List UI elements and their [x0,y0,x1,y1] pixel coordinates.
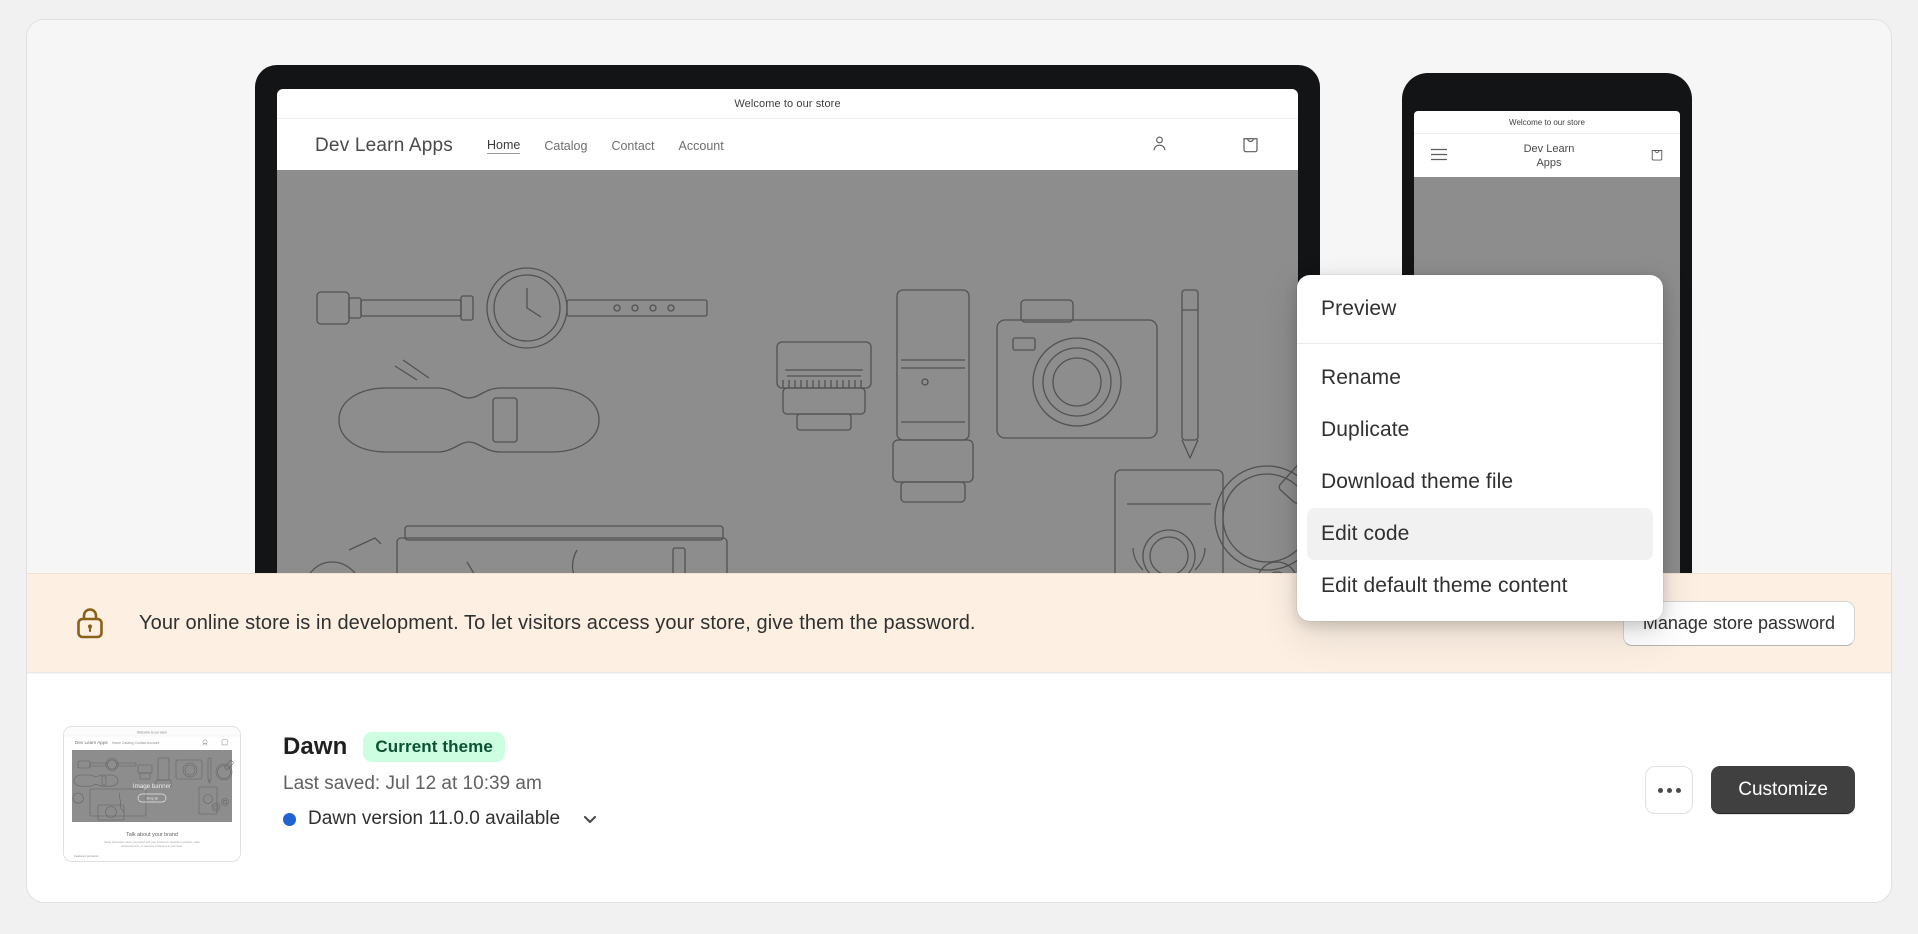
chevron-down-icon[interactable] [580,809,600,829]
mobile-store-nav: Dev Learn Apps [1414,134,1680,183]
theme-name: Dawn [283,733,347,761]
more-dot-1 [1658,788,1663,793]
thumb-section-title: Talk about your brand [126,832,178,838]
mobile-store-logo: Dev Learn Apps [1448,143,1650,171]
store-nav-account[interactable]: Account [679,139,724,153]
store-nav-catalog[interactable]: Catalog [544,139,587,153]
menu-item-edit-default-theme-content[interactable]: Edit default theme content [1307,560,1653,612]
cart-icon[interactable] [1650,146,1664,167]
theme-version-notice: Dawn version 11.0.0 available [308,808,560,830]
banner-message: Your online store is in development. To … [139,612,976,635]
store-nav-home[interactable]: Home [487,138,520,154]
store-logo: Dev Learn Apps [315,135,453,157]
theme-actions-menu: Preview Rename Duplicate Download theme … [1297,275,1663,621]
lock-icon [75,606,105,640]
mobile-store-logo-line2: Apps [1448,157,1650,171]
current-theme-row: Welcome to our store Dev Learn Apps Home… [27,674,1891,902]
mobile-store-announcement-bar: Welcome to our store [1414,111,1680,134]
menu-item-preview[interactable]: Preview [1307,283,1653,335]
thumb-banner-label: Image banner [133,783,171,790]
desktop-preview-screen: Welcome to our store Dev Learn Apps Home… [277,89,1298,573]
customize-button[interactable]: Customize [1711,766,1855,814]
update-available-dot-icon [283,813,296,826]
store-nav-links: Home Catalog Contact Account [487,138,724,154]
theme-thumbnail[interactable]: Welcome to our store Dev Learn Apps Home… [63,726,241,862]
theme-action-buttons: Customize [1645,726,1855,814]
cart-icon[interactable] [1241,133,1260,159]
more-actions-button[interactable] [1645,766,1693,814]
thumb-announcement: Welcome to our store [137,731,167,735]
desktop-preview-frame: Welcome to our store Dev Learn Apps Home… [255,65,1320,573]
store-nav: Dev Learn Apps Home Catalog Contact Acco… [277,119,1298,176]
menu-item-download-theme-file[interactable]: Download theme file [1307,456,1653,508]
menu-item-edit-code[interactable]: Edit code [1307,508,1653,560]
thumb-logo: Dev Learn Apps [75,740,108,745]
thumb-featured-label: Featured products [74,854,99,858]
svg-text:announcements, or welcome cust: announcements, or welcome customers to y… [121,844,183,848]
mobile-store-logo-line1: Dev Learn [1448,143,1650,157]
store-nav-icons [1150,133,1260,159]
menu-item-rename[interactable]: Rename [1307,352,1653,404]
store-announcement-bar: Welcome to our store [277,89,1298,119]
theme-metadata: Dawn Current theme Last saved: Jul 12 at… [283,726,600,830]
theme-version-row[interactable]: Dawn version 11.0.0 available [283,808,600,830]
more-dot-2 [1667,788,1672,793]
theme-title-row: Dawn Current theme [283,732,600,762]
menu-separator [1297,343,1663,344]
store-nav-contact[interactable]: Contact [611,139,654,153]
theme-last-saved: Last saved: Jul 12 at 10:39 am [283,773,600,795]
menu-item-duplicate[interactable]: Duplicate [1307,404,1653,456]
account-icon[interactable] [1150,134,1169,158]
more-dot-3 [1676,788,1681,793]
hamburger-menu-icon[interactable] [1430,148,1448,166]
store-hero-placeholder [277,170,1298,573]
thumb-nav: Home Catalog Contact Account [112,741,159,745]
svg-text:Share information about your b: Share information about your brand with … [104,840,200,844]
thumb-button-label: Shop all [146,797,158,801]
current-theme-badge: Current theme [363,732,505,762]
